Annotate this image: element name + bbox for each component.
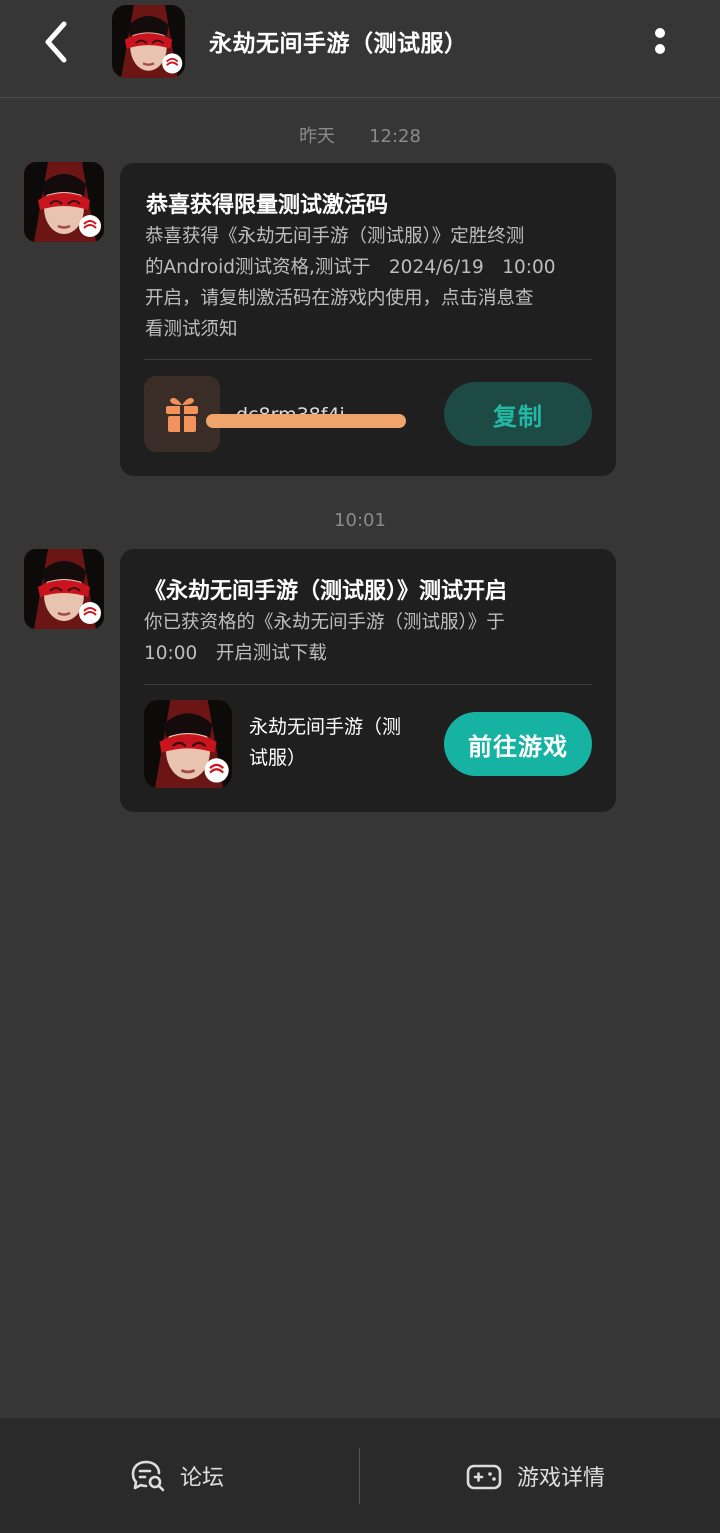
message-timestamp: 10:01 (0, 510, 720, 531)
timestamp-day: 昨天 (299, 126, 336, 147)
forum-label: 论坛 (180, 1466, 225, 1491)
card-title: 恭喜获得限量测试激活码 (146, 193, 389, 218)
gamepad-icon (466, 1464, 502, 1490)
vertical-dots-icon (655, 28, 665, 54)
top-bar: 永劫无间手游（测试服） (0, 0, 720, 98)
divider (144, 359, 592, 360)
game-thumbnail[interactable] (144, 700, 232, 788)
more-options-button[interactable] (645, 24, 675, 60)
chat-search-icon (131, 1460, 165, 1492)
divider (144, 684, 592, 685)
game-name: 永劫无间手游（测 试服） (249, 716, 402, 769)
chat-page: 永劫无间手游（测试服） 昨天 12:28 恭喜获得限量测试激活码 恭喜获得《永劫无… (0, 0, 720, 1533)
test-open-card[interactable]: 《永劫无间手游（测试服）》测试开启 你已获资格的《永劫无间手游（测试服）》于 1… (120, 549, 616, 812)
timestamp-time: 12:28 (369, 126, 421, 147)
message-timestamp: 昨天 12:28 (0, 122, 720, 148)
card-body: 恭喜获得《永劫无间手游（测试服）》定胜终测 的Android测试资格,测试于 2… (145, 226, 556, 340)
forum-tab[interactable]: 论坛 (130, 1454, 224, 1498)
sender-avatar[interactable] (24, 549, 104, 629)
activation-code-card[interactable]: 恭喜获得限量测试激活码 恭喜获得《永劫无间手游（测试服）》定胜终测 的Andro… (120, 163, 616, 476)
back-button[interactable] (36, 18, 80, 66)
app-avatar[interactable] (112, 5, 185, 78)
card-body: 你已获资格的《永劫无间手游（测试服）》于 10:00 开启测试下载 (144, 612, 505, 664)
redaction-mark (206, 414, 406, 428)
bottom-separator (359, 1448, 360, 1504)
sender-avatar[interactable] (24, 162, 104, 242)
bottom-bar: 论坛 游戏详情 (0, 1418, 720, 1533)
timestamp-time: 10:01 (334, 510, 386, 531)
game-details-tab[interactable]: 游戏详情 (465, 1454, 605, 1498)
page-title: 永劫无间手游（测试服） (209, 31, 468, 57)
card-title: 《永劫无间手游（测试服）》测试开启 (144, 579, 508, 604)
chevron-left-icon (45, 21, 67, 63)
go-to-game-button[interactable]: 前往游戏 (444, 712, 592, 776)
game-details-label: 游戏详情 (517, 1466, 606, 1491)
copy-button[interactable]: 复制 (444, 382, 592, 446)
